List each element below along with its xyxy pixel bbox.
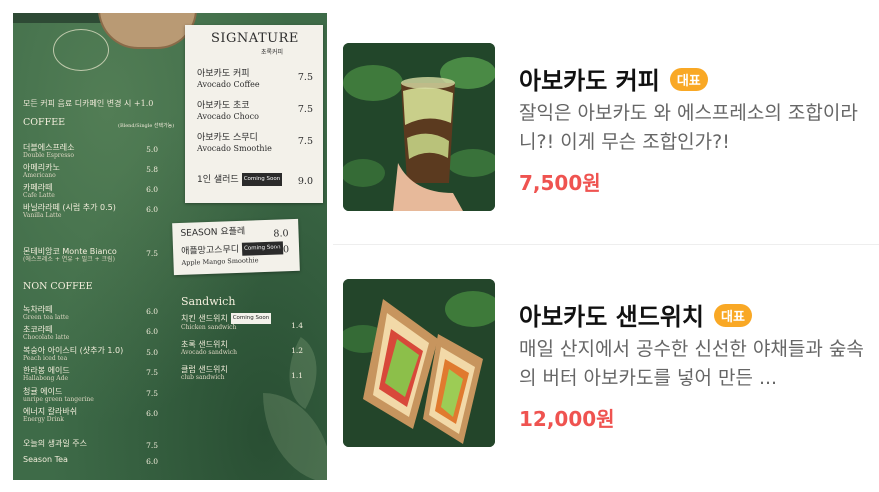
avocado-sandwich-photo[interactable]: [343, 279, 495, 447]
product-description: 매일 산지에서 공수한 신선한 야채들과 숲속의 버터 아보카도를 넣어 만든 …: [519, 338, 864, 389]
product-price: 7,500원: [519, 171, 601, 195]
signature-item: 아보카도 스무디 Avocado Smoothie 7.5: [197, 133, 313, 153]
menu-item: 한라봉 에이드 Hallabong Ade 7.5: [23, 366, 158, 382]
menu-item: 청귤 에이드 unripe green tangerine 7.5: [23, 387, 158, 403]
avocado-coffee-icon: [343, 43, 495, 211]
decaf-note: 모든 커피 음료 디카페인 변경 시 +1.0: [23, 99, 154, 108]
sandwich-heading: Sandwich: [181, 295, 236, 308]
coming-soon-tag: Coming Soon: [230, 313, 272, 324]
wooden-sign: [98, 13, 197, 49]
product-card-avocado-coffee[interactable]: 아보카도 커피 대표 잘익은 아보카도 와 에스프레소의 조합이라니?! 이게 무…: [333, 43, 879, 213]
season-item: 애플망고스무디 Coming Soon Apple Mango Smoothie …: [181, 241, 290, 268]
product-description: 잘익은 아보카도 와 에스프레소의 조합이라니?! 이게 무슨 조합인가?!: [519, 102, 858, 153]
cafe-logo: [53, 29, 109, 71]
product-name[interactable]: 아보카도 샌드위치: [519, 303, 704, 331]
menu-item: 더블에스프레소 Double Espresso 5.0: [23, 143, 158, 159]
signature-item: 아보카도 초코 Avocado Choco 7.5: [197, 101, 313, 121]
leaf-decoration: [263, 393, 327, 480]
list-divider: [333, 244, 879, 245]
menu-item: Season Tea 6.0: [23, 455, 158, 466]
product-card-avocado-sandwich[interactable]: 아보카도 샌드위치 대표 매일 산지에서 공수한 신선한 야채들과 숲속의 버터 …: [333, 279, 879, 449]
season-menu-card: SEASON 요플레 8.0 애플망고스무디 Coming Soon Apple M…: [172, 218, 300, 276]
avocado-coffee-photo[interactable]: [343, 43, 495, 211]
menu-item: 오늘의 생과일 주스 7.5: [23, 439, 158, 450]
menu-item: 카페라떼 Cafe Latte 6.0: [23, 183, 158, 199]
product-title[interactable]: 아보카도 샌드위치 대표: [519, 297, 752, 332]
coffee-heading: COFFEE: [23, 117, 66, 128]
product-title[interactable]: 아보카도 커피 대표: [519, 61, 708, 96]
signature-item: 아보카도 커피 Avocado Coffee 7.5: [197, 69, 313, 89]
menu-item: 아메리카노 Americano 5.8: [23, 163, 158, 179]
menu-item: 초록 샌드위치 Avocado sandwich 1.2: [181, 340, 303, 356]
menu-item: 치킨 샌드위치 Coming Soon Chicken sandwich 1.4: [181, 313, 303, 331]
menu-item: 클럽 샌드위치 club sandwich 1.1: [181, 365, 303, 381]
signature-subtitle: 초록커피: [261, 49, 284, 56]
signature-item: 1인 샐러드 Coming Soon 9.0: [197, 173, 313, 187]
menu-item: 초코라떼 Chocolate latte 6.0: [23, 325, 158, 341]
avocado-sandwich-icon: [343, 279, 495, 447]
season-item: SEASON 요플레 8.0: [180, 226, 289, 240]
menu-item: 몬테비앙코 Monte Bianco (에스프레소 + 연유 + 밀크 + 크림)…: [23, 247, 158, 263]
menu-item: 바닐라라떼 (시럽 추가 0.5) Vanilla Latte 6.0: [23, 203, 158, 219]
menu-board-photo[interactable]: 모든 커피 음료 디카페인 변경 시 +1.0 COFFEE (Blend/Si…: [13, 13, 327, 480]
signature-menu-card: SIGNATURE 초록커피 아보카도 커피 Avocado Coffee 7.5 …: [185, 25, 323, 203]
menu-item: 복숭아 아이스티 (샷추가 1.0) Peach iced tea 5.0: [23, 346, 158, 362]
coffee-subheading: (Blend/Single 선택가능): [118, 123, 175, 129]
product-price: 12,000원: [519, 407, 615, 431]
menu-item: 녹차라떼 Green tea latte 6.0: [23, 305, 158, 321]
non-coffee-heading: NON COFFEE: [23, 281, 93, 292]
signature-title: SIGNATURE: [211, 31, 299, 46]
product-name[interactable]: 아보카도 커피: [519, 67, 660, 95]
menu-item: 에너지 칼라바쉬 Energy Drink 6.0: [23, 407, 158, 423]
signature-badge: 대표: [714, 304, 752, 327]
board-frame-edge: [13, 13, 103, 23]
signature-badge: 대표: [669, 68, 708, 91]
coming-soon-tag: Coming Soon: [241, 173, 283, 186]
